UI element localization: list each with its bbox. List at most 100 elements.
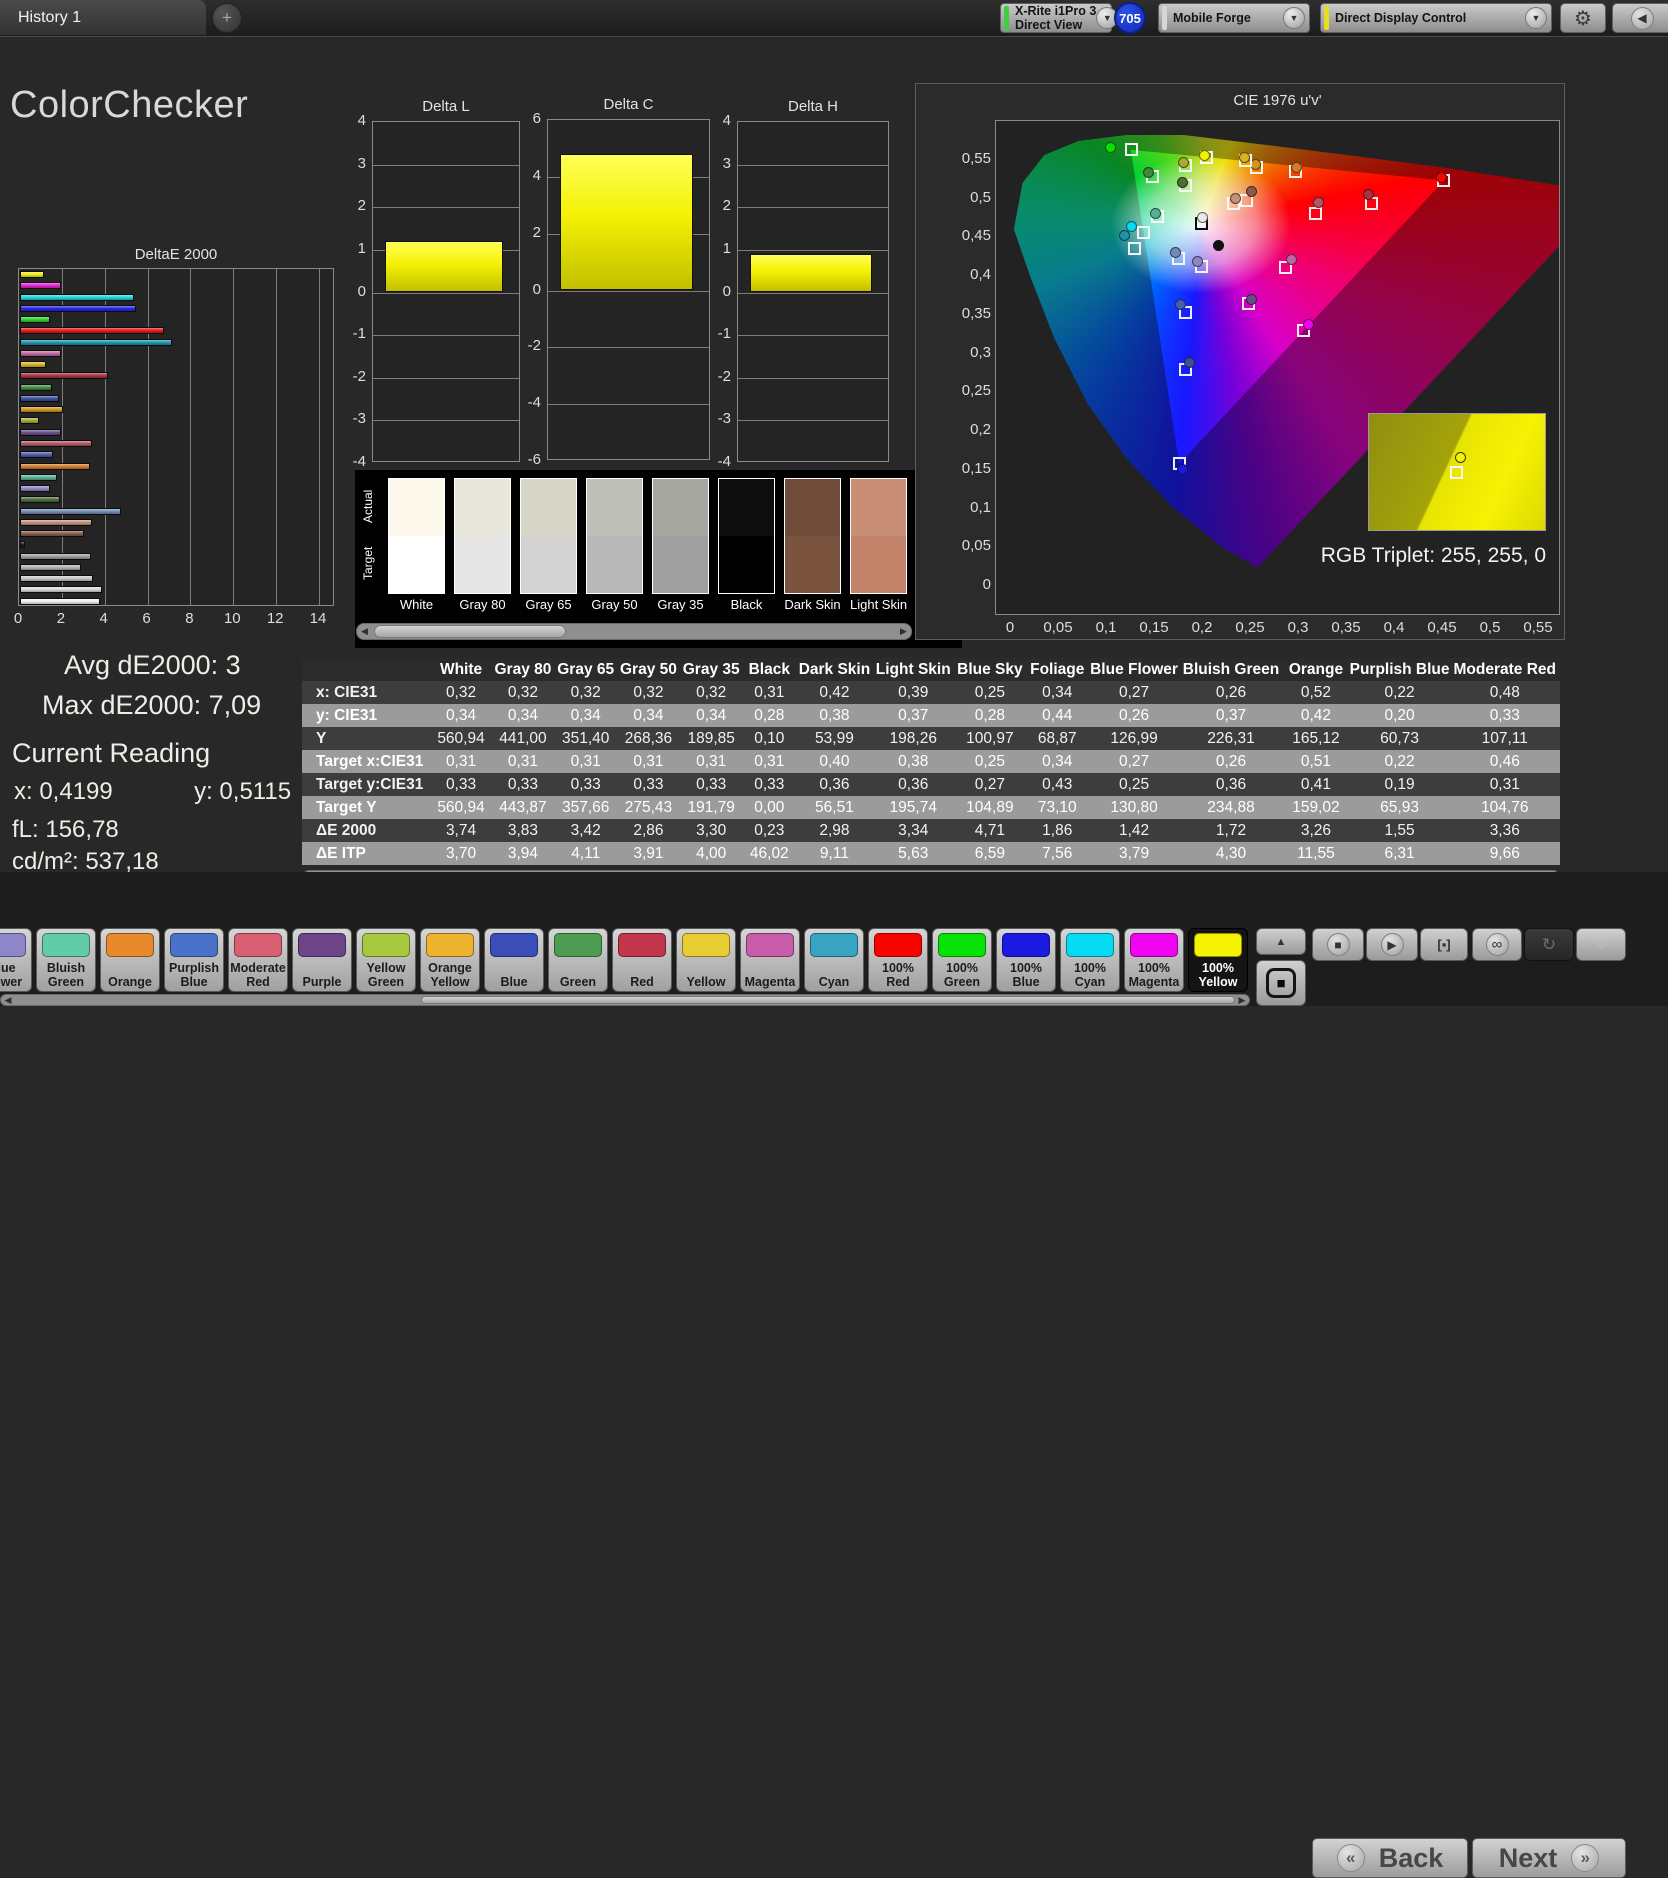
patch-button-yellow-green[interactable]: YellowGreen (356, 928, 416, 992)
scrollbar-thumb[interactable] (374, 625, 566, 638)
table-cell: 0,41 (1282, 773, 1349, 796)
scrollbar-thumb[interactable] (421, 996, 1235, 1004)
cie-chart-title: CIE 1976 u'v' (995, 92, 1560, 109)
continuous-measure-button[interactable]: ∞ (1472, 928, 1522, 961)
patch-button-cyan[interactable]: Cyan (804, 928, 864, 992)
table-cell: 0,32 (680, 681, 743, 704)
chevron-down-icon[interactable]: ▼ (1283, 7, 1305, 29)
gridline (319, 269, 320, 605)
patch-button-100-red[interactable]: 100%Red (868, 928, 928, 992)
table-cell: 189,85 (680, 727, 743, 750)
patch-window-button[interactable]: ■ (1256, 960, 1306, 1006)
cie-measured-point (1291, 162, 1302, 173)
table-cell: 0,44 (1026, 704, 1088, 727)
swatch-label: Gray 80 (454, 597, 511, 612)
table-cell: 0,31 (743, 750, 796, 773)
table-column-header: Blue Sky (954, 658, 1027, 681)
axis-tick-label: 0,1 (941, 499, 991, 516)
swatch-box (454, 478, 511, 594)
meter-dropdown[interactable]: X-Rite i1Pro 3 Direct View ▼ (1000, 3, 1112, 33)
patch-button-100-blue[interactable]: 100%Blue (996, 928, 1056, 992)
history-tab[interactable]: History 1 (0, 0, 206, 35)
infinity-icon: ∞ (1486, 933, 1509, 956)
patch-button-purplish-blue[interactable]: PurplishBlue (164, 928, 224, 992)
patch-button-100-green[interactable]: 100%Green (932, 928, 992, 992)
scroll-right-icon[interactable]: ▶ (1235, 995, 1249, 1005)
swatch-item: Black (718, 478, 775, 612)
swatch-strip-scrollbar[interactable]: ◀ ▶ (356, 623, 912, 640)
patch-color-chip (298, 933, 346, 957)
scroll-left-icon[interactable]: ◀ (1, 995, 15, 1005)
patch-button-blue[interactable]: Blue (484, 928, 544, 992)
gear-icon: ⚙ (1574, 6, 1592, 31)
axis-tick-label: -1 (340, 325, 366, 342)
deltae-bar (20, 586, 102, 593)
patch-button-yellow[interactable]: Yellow (676, 928, 736, 992)
delta-chart-plot (547, 119, 710, 460)
single-measure-button[interactable]: [▪] (1420, 928, 1468, 961)
source-dropdown[interactable]: Mobile Forge ▼ (1158, 3, 1310, 33)
axis-tick-label: 0 (941, 576, 991, 593)
idle-indicator-button[interactable]: ○ (1576, 928, 1626, 961)
back-button[interactable]: « Back (1312, 1838, 1468, 1878)
chevron-down-icon[interactable]: ▼ (1525, 7, 1547, 29)
cie-target-point (1137, 226, 1150, 239)
deltae-bar (20, 541, 25, 548)
swatch-item: Gray 35 (652, 478, 709, 612)
table-cell: 0,42 (796, 681, 873, 704)
table-cell: 0,33 (430, 773, 491, 796)
patch-button-magenta[interactable]: Magenta (740, 928, 800, 992)
scroll-right-icon[interactable]: ▶ (896, 624, 911, 639)
patch-button-orange-yellow[interactable]: OrangeYellow (420, 928, 480, 992)
patch-button-purple[interactable]: Purple (292, 928, 352, 992)
swatch-box (586, 478, 643, 594)
cie-chart-plot[interactable] (995, 120, 1560, 615)
axis-tick-label: 0,55 (1516, 619, 1560, 636)
patch-list-expand-button[interactable]: ▲ (1256, 928, 1306, 955)
patch-button-orange[interactable]: Orange (100, 928, 160, 992)
swatch-actual (521, 479, 576, 536)
plus-icon: + (222, 8, 232, 28)
deltae-bar (20, 282, 61, 289)
patch-button-green[interactable]: Green (548, 928, 608, 992)
refresh-button[interactable]: ↻ (1524, 928, 1574, 961)
table-row-label: Target x:CIE31 (302, 750, 430, 773)
patch-button-bluish-green[interactable]: BluishGreen (36, 928, 96, 992)
table-cell: 0,33 (492, 773, 555, 796)
patch-button-moderate-red[interactable]: ModerateRed (228, 928, 288, 992)
axis-tick-label: 0,2 (1180, 619, 1224, 636)
play-button[interactable]: ▶ (1366, 928, 1418, 961)
scroll-left-icon[interactable]: ◀ (357, 624, 372, 639)
table-cell: 443,87 (492, 796, 555, 819)
table-row-label: y: CIE31 (302, 704, 430, 727)
patch-label: Cyan (805, 957, 863, 989)
table-cell: 0,32 (554, 681, 617, 704)
settings-button[interactable]: ⚙ (1560, 3, 1606, 33)
workflow-dropdown[interactable]: Direct Display Control ▼ (1320, 3, 1552, 33)
patch-button-red[interactable]: Red (612, 928, 672, 992)
patch-button-100-yellow[interactable]: 100%Yellow (1188, 928, 1248, 992)
patch-button-blue-flower[interactable]: BlueFlower (0, 928, 32, 992)
add-tab-button[interactable]: + (212, 3, 242, 33)
deltae-bar (20, 361, 46, 368)
table-cell: 0,36 (796, 773, 873, 796)
patch-button-100-magenta[interactable]: 100%Magenta (1124, 928, 1184, 992)
table-column-header: Gray 80 (492, 658, 555, 681)
table-row: Target x:CIE310,310,310,310,310,310,310,… (302, 750, 1560, 773)
next-button[interactable]: Next » (1472, 1838, 1626, 1878)
patch-button-100-cyan[interactable]: 100%Cyan (1060, 928, 1120, 992)
patch-color-chip (554, 933, 602, 957)
patch-row-scrollbar[interactable]: ◀ ▶ (0, 994, 1250, 1006)
table-cell: 275,43 (617, 796, 680, 819)
axis-tick-label: 0,1 (1084, 619, 1128, 636)
table-cell: 0,34 (1026, 750, 1088, 773)
table-column-header: Purplish Blue (1350, 658, 1450, 681)
axis-tick-label: 8 (175, 610, 203, 627)
stop-button[interactable]: ■ (1312, 928, 1364, 961)
axis-tick-label: 4 (705, 112, 731, 129)
collapse-panel-button[interactable]: ◀ (1612, 3, 1668, 33)
swatch-actual (389, 479, 444, 536)
axis-tick-label: 0,55 (941, 150, 991, 167)
patch-color-chip (490, 933, 538, 957)
deltae-chart-title: DeltaE 2000 (18, 246, 334, 263)
